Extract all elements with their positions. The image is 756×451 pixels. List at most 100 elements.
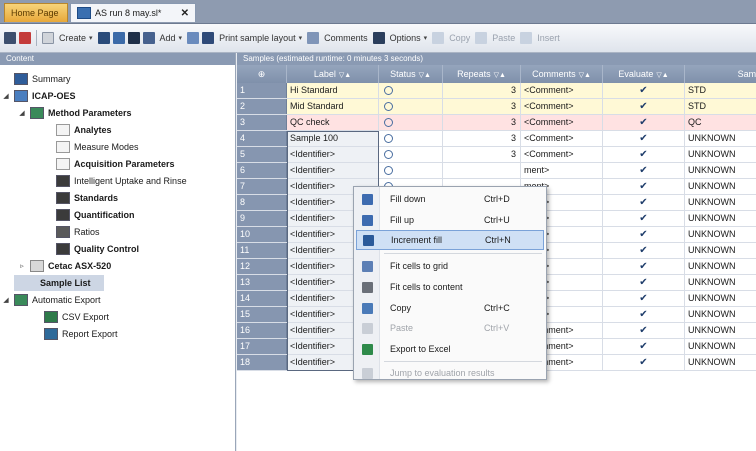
- menu-item-copy[interactable]: Copy Ctrl+C: [356, 298, 544, 318]
- column-header-status[interactable]: Status ▽▲: [379, 65, 443, 83]
- grid-icon[interactable]: [127, 32, 140, 44]
- repeats-cell[interactable]: 3: [443, 147, 521, 162]
- table-row[interactable]: 2 Mid Standard 3 <Comment> ✔ STD: [237, 99, 756, 115]
- comment-cell[interactable]: <Comment>: [521, 131, 603, 146]
- evaluate-checkbox[interactable]: ✔: [603, 275, 685, 290]
- column-header-repeats[interactable]: Repeats ▽▲: [443, 65, 521, 83]
- type-cell[interactable]: UNKNOWN: [685, 243, 756, 258]
- copy-icon[interactable]: [432, 32, 445, 44]
- type-cell[interactable]: UNKNOWN: [685, 355, 756, 370]
- filter-icon[interactable]: ▽▲: [494, 72, 506, 79]
- collapse-icon[interactable]: ◢: [2, 92, 10, 100]
- columns-icon[interactable]: [142, 32, 155, 44]
- evaluate-checkbox[interactable]: ✔: [603, 323, 685, 338]
- evaluate-checkbox[interactable]: ✔: [603, 307, 685, 322]
- grid-view-icon[interactable]: [4, 32, 16, 44]
- evaluate-checkbox[interactable]: ✔: [603, 115, 685, 130]
- comment-cell[interactable]: <Comment>: [521, 147, 603, 162]
- tree-item-automatic-export[interactable]: ◢ Automatic Export: [2, 292, 101, 308]
- type-cell[interactable]: UNKNOWN: [685, 179, 756, 194]
- paste-icon[interactable]: [475, 32, 488, 44]
- status-cell[interactable]: [379, 131, 443, 146]
- evaluate-checkbox[interactable]: ✔: [603, 355, 685, 370]
- collapse-icon[interactable]: ◢: [2, 296, 10, 304]
- filter-icon[interactable]: ▽▲: [339, 72, 351, 79]
- repeats-cell[interactable]: 3: [443, 131, 521, 146]
- status-cell[interactable]: [379, 83, 443, 98]
- tree-item-cetac-asx520[interactable]: ▹ Cetac ASX-520: [18, 258, 111, 274]
- insert-button[interactable]: Insert: [535, 33, 562, 43]
- column-header-comments[interactable]: Comments ▽▲: [521, 65, 603, 83]
- status-cell[interactable]: [379, 163, 443, 178]
- add-button[interactable]: Add ▾: [158, 33, 185, 43]
- evaluate-checkbox[interactable]: ✔: [603, 179, 685, 194]
- header-row-selector[interactable]: ⊕: [237, 65, 287, 83]
- delete-icon[interactable]: [19, 32, 31, 44]
- tree-item-sample-list[interactable]: Sample List: [14, 275, 104, 291]
- label-cell[interactable]: Hi Standard: [287, 83, 379, 98]
- insert-icon[interactable]: [520, 32, 533, 44]
- repeats-cell[interactable]: 3: [443, 99, 521, 114]
- tree-item-standards[interactable]: Standards: [56, 190, 118, 206]
- tree-item-quantification[interactable]: Quantification: [56, 207, 135, 223]
- tree-item-analytes[interactable]: Analytes: [56, 122, 112, 138]
- evaluate-checkbox[interactable]: ✔: [603, 131, 685, 146]
- menu-item-fit-cells-to-grid[interactable]: Fit cells to grid: [356, 256, 544, 276]
- comment-cell[interactable]: <Comment>: [521, 99, 603, 114]
- tree-item-csv-export[interactable]: CSV Export: [44, 309, 109, 325]
- repeats-cell[interactable]: 3: [443, 83, 521, 98]
- tree-item-report-export[interactable]: Report Export: [44, 326, 118, 342]
- menu-item-export-to-excel[interactable]: Export to Excel: [356, 339, 544, 359]
- tree-item-acquisition-parameters[interactable]: Acquisition Parameters: [56, 156, 175, 172]
- evaluate-checkbox[interactable]: ✔: [603, 227, 685, 242]
- tree-item-quality-control[interactable]: Quality Control: [56, 241, 139, 257]
- evaluate-checkbox[interactable]: ✔: [603, 83, 685, 98]
- type-cell[interactable]: UNKNOWN: [685, 163, 756, 178]
- options-icon[interactable]: [372, 32, 385, 44]
- tree-item-method-parameters[interactable]: ◢ Method Parameters: [18, 105, 132, 121]
- comments-icon[interactable]: [307, 32, 320, 44]
- evaluate-checkbox[interactable]: ✔: [603, 259, 685, 274]
- menu-item-fill-down[interactable]: Fill down Ctrl+D: [356, 189, 544, 209]
- type-cell[interactable]: UNKNOWN: [685, 323, 756, 338]
- repeats-cell[interactable]: 3: [443, 115, 521, 130]
- comments-button[interactable]: Comments: [322, 33, 370, 43]
- paste-button[interactable]: Paste: [490, 33, 517, 43]
- column-header-sample-type[interactable]: Sample Type: [685, 65, 756, 83]
- evaluate-checkbox[interactable]: ✔: [603, 211, 685, 226]
- evaluate-checkbox[interactable]: ✔: [603, 195, 685, 210]
- expand-icon[interactable]: ▹: [18, 262, 26, 270]
- type-cell[interactable]: UNKNOWN: [685, 147, 756, 162]
- repeats-cell[interactable]: [443, 163, 521, 178]
- column-header-label[interactable]: Label ▽▲: [287, 65, 379, 83]
- tab-sample-list-document[interactable]: AS run 8 may.sl* ✕: [70, 3, 196, 22]
- type-cell[interactable]: STD: [685, 99, 756, 114]
- menu-item-jump-to-evaluation-results[interactable]: Jump to evaluation results: [356, 363, 544, 383]
- collapse-icon[interactable]: ◢: [18, 109, 26, 117]
- create-button[interactable]: Create ▾: [57, 33, 95, 43]
- label-cell[interactable]: Mid Standard: [287, 99, 379, 114]
- status-cell[interactable]: [379, 99, 443, 114]
- tree-item-icap-oes[interactable]: ◢ ICAP-OES: [2, 88, 76, 104]
- menu-item-paste[interactable]: Paste Ctrl+V: [356, 318, 544, 338]
- comment-cell[interactable]: <Comment>: [521, 115, 603, 130]
- tree-item-intelligent-uptake[interactable]: Intelligent Uptake and Rinse: [56, 173, 187, 189]
- options-button[interactable]: Options ▾: [388, 33, 430, 43]
- tree-item-ratios[interactable]: Ratios: [56, 224, 100, 240]
- comment-cell[interactable]: ment>: [521, 163, 603, 178]
- type-cell[interactable]: UNKNOWN: [685, 275, 756, 290]
- filter-icon[interactable]: ▽▲: [656, 72, 668, 79]
- menu-item-fit-cells-to-content[interactable]: Fit cells to content: [356, 277, 544, 297]
- copy-button[interactable]: Copy: [447, 33, 472, 43]
- evaluate-checkbox[interactable]: ✔: [603, 163, 685, 178]
- filter-icon[interactable]: ▽▲: [579, 72, 591, 79]
- table-row[interactable]: 3 QC check 3 <Comment> ✔ QC: [237, 115, 756, 131]
- table-icon[interactable]: [42, 32, 54, 44]
- type-cell[interactable]: UNKNOWN: [685, 259, 756, 274]
- comment-cell[interactable]: <Comment>: [521, 83, 603, 98]
- table-row[interactable]: 1 Hi Standard 3 <Comment> ✔ STD: [237, 83, 756, 99]
- close-tab-icon[interactable]: ✕: [181, 8, 189, 19]
- menu-item-increment-fill[interactable]: Increment fill Ctrl+N: [356, 230, 544, 250]
- insert-rows-icon[interactable]: [112, 32, 125, 44]
- menu-item-fill-up[interactable]: Fill up Ctrl+U: [356, 210, 544, 230]
